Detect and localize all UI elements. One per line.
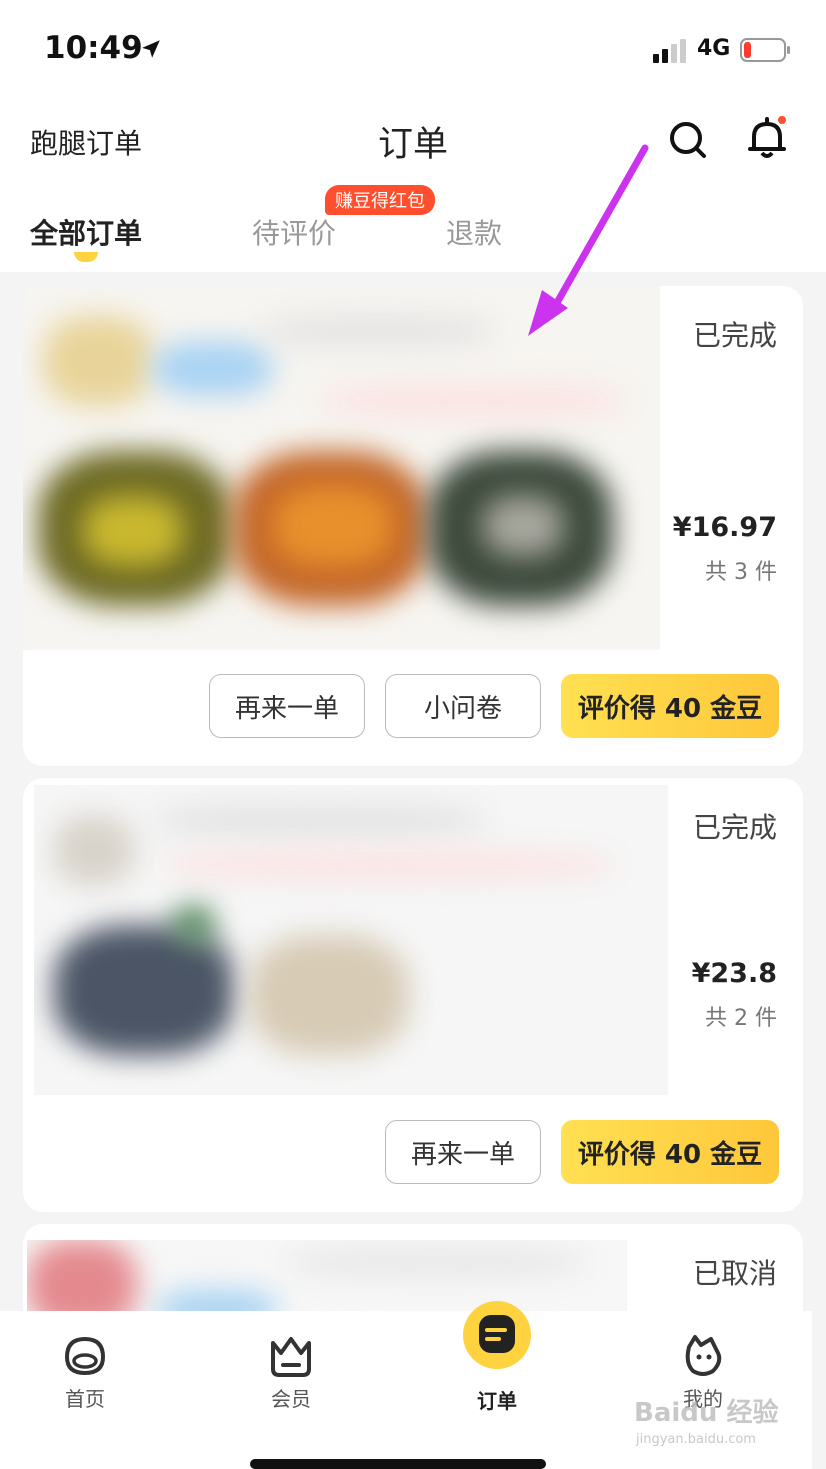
survey-button[interactable]: 小问卷 — [385, 674, 541, 738]
home-icon — [64, 1336, 106, 1376]
order-tab-bubble — [463, 1301, 531, 1369]
tab-all-orders[interactable]: 全部订单 — [30, 212, 142, 252]
order-card[interactable]: 已完成 ¥16.97 共 3 件 再来一单 小问卷 评价得 40 金豆 — [23, 286, 803, 766]
order-price: ¥16.97 — [672, 512, 777, 543]
location-arrow-icon — [142, 40, 160, 58]
order-icon — [479, 1315, 515, 1353]
order-status: 已完成 — [692, 811, 777, 844]
tab-refund[interactable]: 退款 — [446, 212, 502, 252]
battery-icon — [740, 38, 790, 62]
order-item-count: 共 2 件 — [705, 1006, 777, 1031]
annotation-arrow-icon — [528, 144, 649, 336]
promo-badge: 赚豆得红包 — [325, 185, 435, 215]
tab-member-label: 会员 — [271, 1387, 311, 1411]
order-status: 已完成 — [692, 319, 777, 352]
order-image-blurred — [34, 785, 668, 1095]
tab-member[interactable]: 会员 — [246, 1331, 336, 1412]
home-indicator — [250, 1459, 546, 1469]
tab-home[interactable]: 首页 — [40, 1331, 130, 1412]
tab-home-label: 首页 — [65, 1387, 105, 1411]
order-card[interactable]: 已完成 ¥23.8 共 2 件 再来一单 评价得 40 金豆 — [23, 778, 803, 1212]
tab-orders-label: 订单 — [477, 1389, 517, 1413]
bell-icon[interactable] — [746, 115, 790, 161]
profile-icon — [685, 1335, 722, 1376]
watermark-url: jingyan.baidu.com — [636, 1432, 756, 1447]
reorder-button[interactable]: 再来一单 — [385, 1120, 541, 1184]
reorder-button[interactable]: 再来一单 — [209, 674, 365, 738]
member-icon — [271, 1337, 311, 1377]
active-tab-indicator — [74, 252, 98, 262]
status-bar: 10:49 4G — [0, 0, 826, 100]
header: 跑腿订单 订单 全部订单 待评价 赚豆得红包 退款 — [0, 100, 826, 272]
order-status: 已取消 — [692, 1257, 777, 1290]
review-reward-button[interactable]: 评价得 40 金豆 — [561, 674, 779, 738]
order-tabs: 全部订单 待评价 赚豆得红包 退款 — [0, 185, 826, 272]
network-label: 4G — [697, 36, 731, 61]
status-time: 10:49 — [44, 30, 143, 66]
signal-icon — [653, 39, 686, 63]
tab-orders[interactable]: 订单 — [452, 1381, 542, 1414]
tab-pending-review[interactable]: 待评价 — [252, 212, 336, 252]
order-item-count: 共 3 件 — [705, 560, 777, 585]
order-price: ¥23.8 — [691, 958, 777, 989]
review-reward-button[interactable]: 评价得 40 金豆 — [561, 1120, 779, 1184]
search-icon[interactable] — [668, 120, 708, 160]
watermark-brand: Baidu 经验 — [634, 1398, 779, 1428]
